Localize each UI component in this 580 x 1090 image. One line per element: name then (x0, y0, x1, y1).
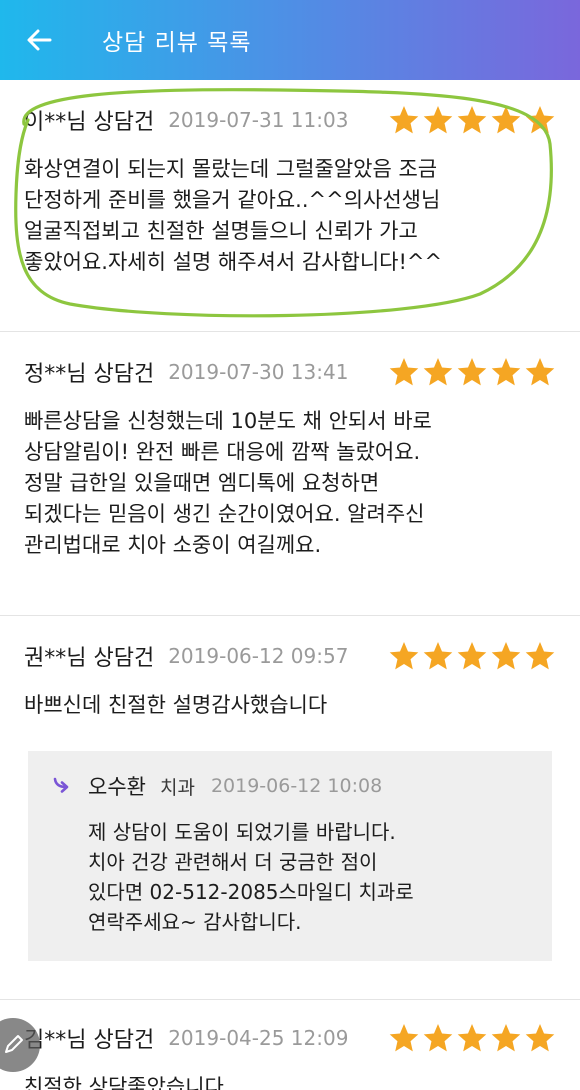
review-date: 2019-06-12 09:57 (168, 644, 349, 668)
star-icon (525, 106, 555, 134)
review-text: 친절한 상담좋았습니다 (24, 1075, 224, 1090)
reviewer-name: 이**님 상담건 (24, 110, 155, 135)
star-icon (525, 358, 555, 386)
star-rating (388, 640, 556, 672)
review-header: 이**님 상담건 2019-07-31 11:03 (24, 100, 556, 140)
reply-arrow-icon (53, 777, 69, 793)
star-icon (525, 1024, 555, 1052)
review-text: 빠른상담을 신청했는데 10분도 채 안되서 바로 상담알림이! 완전 빠른 대… (24, 409, 432, 557)
review-date: 2019-07-30 13:41 (168, 360, 349, 384)
app-header: 상담 리뷰 목록 (0, 0, 580, 80)
star-icon (423, 106, 453, 134)
star-icon (457, 106, 487, 134)
review-item: 김**님 상담건 2019-04-25 12:09 친절한 상담좋았습니다 (0, 1000, 580, 1090)
reply-text: 제 상담이 도움이 되었기를 바랍니다. 치아 건강 관련해서 더 궁금한 점이… (88, 820, 414, 934)
reply-author: 오수환 (88, 775, 146, 799)
star-icon (491, 358, 521, 386)
star-icon (525, 642, 555, 670)
reviewer-name: 김**님 상담건 (24, 1028, 155, 1053)
star-icon (389, 1024, 419, 1052)
star-icon (491, 1024, 521, 1052)
review-text: 바쁘신데 친절한 설명감사했습니다 (24, 693, 328, 717)
review-text: 화상연결이 되는지 몰랐는데 그럴줄알았음 조금 단정하게 준비를 했을거 같아… (24, 157, 443, 274)
star-icon (457, 642, 487, 670)
review-date: 2019-04-25 12:09 (168, 1026, 349, 1050)
review-item: 이**님 상담건 2019-07-31 11:03 화상연결이 되는지 몰랐는데… (0, 80, 580, 332)
star-icon (491, 106, 521, 134)
star-icon (457, 1024, 487, 1052)
star-icon (389, 358, 419, 386)
doctor-reply: 오수환 치과 2019-06-12 10:08 제 상담이 도움이 되었기를 바… (28, 751, 552, 961)
star-icon (423, 1024, 453, 1052)
reviewer-name: 권**님 상담건 (24, 646, 155, 671)
review-header: 정**님 상담건 2019-07-30 13:41 (24, 352, 556, 392)
arrow-left-icon (27, 29, 52, 51)
back-button[interactable] (24, 25, 54, 55)
review-item: 정**님 상담건 2019-07-30 13:41 빠른상담을 신청했는데 10… (0, 332, 580, 616)
star-icon (423, 358, 453, 386)
star-rating (388, 104, 556, 136)
pencil-icon (5, 1035, 23, 1053)
star-icon (491, 642, 521, 670)
page-title: 상담 리뷰 목록 (102, 30, 252, 56)
reply-department: 치과 (159, 776, 195, 799)
star-rating (388, 1022, 556, 1054)
star-icon (457, 358, 487, 386)
star-icon (423, 642, 453, 670)
star-rating (388, 356, 556, 388)
star-icon (389, 106, 419, 134)
review-date: 2019-07-31 11:03 (168, 108, 349, 132)
review-header: 김**님 상담건 2019-04-25 12:09 (24, 1018, 556, 1058)
review-item: 권**님 상담건 2019-06-12 09:57 바쁘신데 친절한 설명감사했… (0, 616, 580, 1000)
review-header: 권**님 상담건 2019-06-12 09:57 (24, 636, 556, 676)
review-list[interactable]: 이**님 상담건 2019-07-31 11:03 화상연결이 되는지 몰랐는데… (0, 80, 580, 1090)
reply-date: 2019-06-12 10:08 (210, 775, 383, 797)
reply-header: 오수환 치과 2019-06-12 10:08 (52, 771, 532, 801)
star-icon (389, 642, 419, 670)
reviewer-name: 정**님 상담건 (24, 362, 155, 387)
